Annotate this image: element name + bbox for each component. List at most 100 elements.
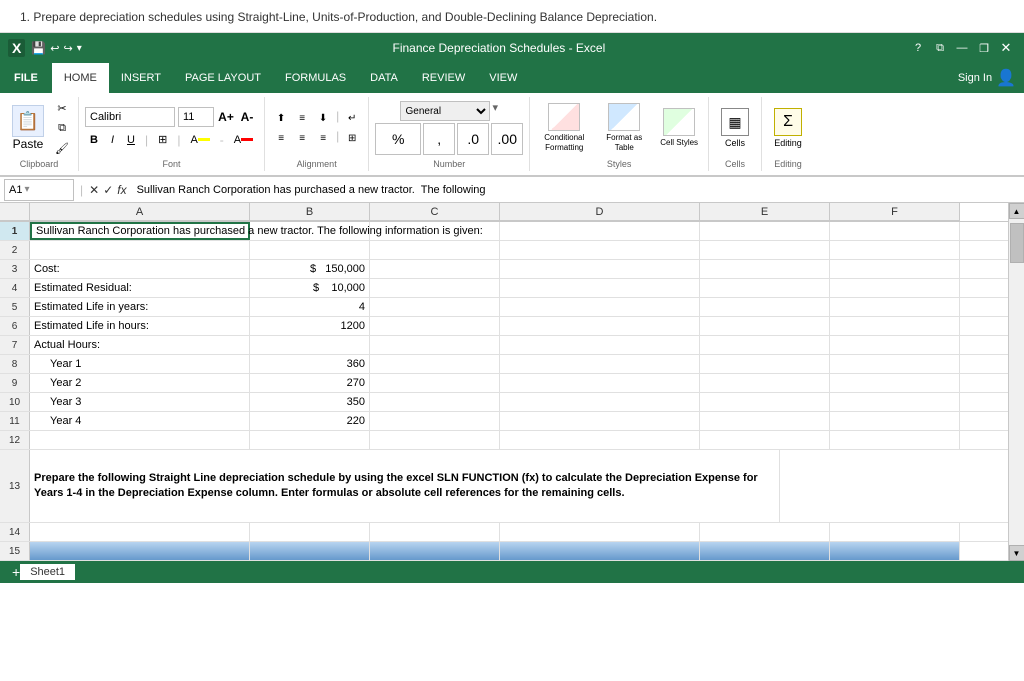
cell-b6[interactable]: 1200: [250, 317, 370, 335]
scroll-down-button[interactable]: ▼: [1009, 545, 1024, 561]
cell-c3[interactable]: [370, 260, 500, 278]
cell-c5[interactable]: [370, 298, 500, 316]
cell-d11[interactable]: [500, 412, 700, 430]
cell-f12[interactable]: [830, 431, 960, 449]
col-header-f[interactable]: F: [830, 203, 960, 221]
cell-b9[interactable]: 270: [250, 374, 370, 392]
conditional-formatting-button[interactable]: Conditional Formatting: [536, 101, 592, 154]
cell-d12[interactable]: [500, 431, 700, 449]
cell-c7[interactable]: [370, 336, 500, 354]
bottom-align-button[interactable]: ⬇: [313, 109, 333, 127]
cell-e14[interactable]: [700, 523, 830, 541]
undo-icon[interactable]: ↩: [50, 42, 59, 55]
maximize-button[interactable]: ❐: [974, 38, 994, 58]
sheet-tab-1[interactable]: Sheet1: [20, 564, 75, 580]
cell-b5[interactable]: 4: [250, 298, 370, 316]
tab-file[interactable]: FILE: [0, 63, 52, 93]
cell-d2[interactable]: [500, 241, 700, 259]
cell-d8[interactable]: [500, 355, 700, 373]
tab-insert[interactable]: INSERT: [109, 63, 173, 93]
cells-button[interactable]: ▦ Cells: [715, 106, 755, 150]
cell-a7[interactable]: Actual Hours:: [30, 336, 250, 354]
font-shrink-button[interactable]: A-: [238, 108, 256, 126]
cell-b10[interactable]: 350: [250, 393, 370, 411]
left-align-button[interactable]: ≡: [271, 129, 291, 147]
copy-button[interactable]: ⧉: [52, 119, 72, 137]
cell-b11[interactable]: 220: [250, 412, 370, 430]
cell-b15[interactable]: [250, 542, 370, 560]
paste-button[interactable]: 📋 Paste: [6, 103, 50, 153]
thousand-sep-button[interactable]: ,: [423, 123, 455, 155]
col-header-a[interactable]: A: [30, 203, 250, 221]
center-align-button[interactable]: ≡: [292, 129, 312, 147]
redo-icon[interactable]: ↪: [64, 42, 73, 55]
cell-b7[interactable]: [250, 336, 370, 354]
cell-a11[interactable]: Year 4: [30, 412, 250, 430]
help-button[interactable]: ?: [908, 38, 928, 58]
decrease-decimal-button[interactable]: .00: [491, 123, 523, 155]
scroll-up-button[interactable]: ▲: [1009, 203, 1024, 219]
col-header-b[interactable]: B: [250, 203, 370, 221]
border-button[interactable]: ⊞: [153, 130, 172, 150]
cell-c15[interactable]: [370, 542, 500, 560]
cell-f2[interactable]: [830, 241, 960, 259]
cell-styles-button[interactable]: Cell Styles: [656, 106, 702, 150]
cell-b4[interactable]: $ 10,000: [250, 279, 370, 297]
cell-e8[interactable]: [700, 355, 830, 373]
tab-formulas[interactable]: FORMULAS: [273, 63, 358, 93]
cell-f5[interactable]: [830, 298, 960, 316]
cell-f7[interactable]: [830, 336, 960, 354]
formula-input[interactable]: [137, 184, 1020, 196]
cell-c11[interactable]: [370, 412, 500, 430]
font-color-button[interactable]: A: [229, 130, 258, 150]
tab-data[interactable]: DATA: [358, 63, 410, 93]
cell-d10[interactable]: [500, 393, 700, 411]
cell-c10[interactable]: [370, 393, 500, 411]
cancel-icon[interactable]: ✕: [89, 183, 99, 197]
tab-page-layout[interactable]: PAGE LAYOUT: [173, 63, 273, 93]
number-format-select[interactable]: General: [400, 101, 490, 121]
tab-review[interactable]: REVIEW: [410, 63, 477, 93]
cell-d1[interactable]: [500, 222, 700, 240]
top-align-button[interactable]: ⬆: [271, 109, 291, 127]
cell-c8[interactable]: [370, 355, 500, 373]
cell-d7[interactable]: [500, 336, 700, 354]
bold-button[interactable]: B: [85, 130, 103, 150]
cell-b14[interactable]: [250, 523, 370, 541]
cell-a1[interactable]: Sullivan Ranch Corporation has purchased…: [30, 222, 250, 240]
underline-button[interactable]: U: [122, 130, 140, 150]
cell-a5[interactable]: Estimated Life in years:: [30, 298, 250, 316]
save-icon[interactable]: 💾: [31, 41, 46, 55]
editing-button[interactable]: Σ Editing: [768, 106, 808, 150]
cell-e4[interactable]: [700, 279, 830, 297]
cell-f1[interactable]: [830, 222, 960, 240]
add-sheet-button[interactable]: +: [12, 564, 20, 580]
cell-e7[interactable]: [700, 336, 830, 354]
close-button[interactable]: ✕: [996, 38, 1016, 58]
cell-f3[interactable]: [830, 260, 960, 278]
cell-b12[interactable]: [250, 431, 370, 449]
scroll-thumb[interactable]: [1010, 223, 1024, 263]
cell-e6[interactable]: [700, 317, 830, 335]
cell-b2[interactable]: [250, 241, 370, 259]
col-header-c[interactable]: C: [370, 203, 500, 221]
font-size-input[interactable]: [178, 107, 214, 127]
cell-d3[interactable]: [500, 260, 700, 278]
cell-a9[interactable]: Year 2: [30, 374, 250, 392]
cell-e2[interactable]: [700, 241, 830, 259]
vertical-scrollbar[interactable]: ▲ ▼: [1008, 203, 1024, 561]
scroll-track[interactable]: [1009, 219, 1024, 545]
cell-a6[interactable]: Estimated Life in hours:: [30, 317, 250, 335]
cell-e11[interactable]: [700, 412, 830, 430]
minimize-button[interactable]: —: [952, 38, 972, 58]
number-format-expand[interactable]: ▾: [492, 101, 498, 121]
italic-button[interactable]: I: [106, 130, 119, 150]
cell-a4[interactable]: Estimated Residual:: [30, 279, 250, 297]
cell-e15[interactable]: [700, 542, 830, 560]
col-header-e[interactable]: E: [700, 203, 830, 221]
formula-bar-content[interactable]: [137, 184, 1020, 196]
cut-button[interactable]: ✂: [52, 99, 72, 117]
cell-f4[interactable]: [830, 279, 960, 297]
cell-reference-box[interactable]: A1 ▾: [4, 179, 74, 201]
cell-d15[interactable]: [500, 542, 700, 560]
